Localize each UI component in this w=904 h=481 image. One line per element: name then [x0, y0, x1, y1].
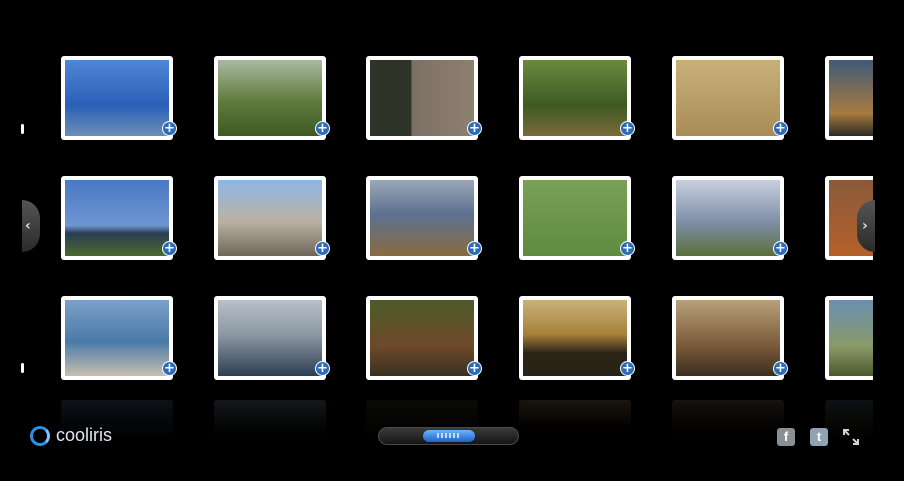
twitter-share-button[interactable]: t [810, 428, 828, 446]
add-icon[interactable]: + [162, 361, 177, 376]
cooliris-logo[interactable]: cooliris [30, 425, 112, 446]
add-icon[interactable]: + [620, 241, 635, 256]
photo-image [65, 180, 169, 256]
photo-image [829, 60, 873, 136]
photo-image [370, 60, 474, 136]
add-icon[interactable]: + [620, 121, 635, 136]
add-icon[interactable]: + [162, 121, 177, 136]
add-icon[interactable]: + [315, 241, 330, 256]
photo-thumbnail[interactable] [519, 296, 631, 380]
photo-image [65, 300, 169, 376]
add-icon[interactable]: + [773, 361, 788, 376]
photo-thumbnail[interactable] [519, 56, 631, 140]
add-icon[interactable]: + [467, 121, 482, 136]
photo-thumbnail[interactable] [825, 296, 873, 380]
cooliris-logo-icon [30, 425, 50, 446]
photo-reflection [214, 400, 326, 440]
row-marker [21, 124, 24, 134]
row-marker [21, 363, 24, 373]
photo-thumbnail[interactable] [672, 176, 784, 260]
photo-image [370, 300, 474, 376]
photo-thumbnail[interactable] [519, 176, 631, 260]
photo-thumbnail[interactable] [214, 296, 326, 380]
scrollbar-thumb[interactable] [423, 430, 475, 442]
photo-thumbnail[interactable] [61, 176, 173, 260]
photo-wall: ++++++++++++++++++ [0, 0, 873, 481]
photo-image [523, 60, 627, 136]
brand-name: cooliris [56, 425, 113, 445]
photo-image [523, 300, 627, 376]
twitter-icon: t [816, 429, 822, 444]
fullscreen-icon [843, 429, 859, 445]
photo-image [218, 180, 322, 256]
photo-image [523, 180, 627, 256]
cooliris-wall: ++++++++++++++++++ ‹ › cooliris f t [0, 0, 904, 481]
photo-thumbnail[interactable] [214, 176, 326, 260]
photo-thumbnail[interactable] [61, 296, 173, 380]
photo-image [829, 300, 873, 376]
facebook-share-button[interactable]: f [777, 428, 795, 446]
add-icon[interactable]: + [162, 241, 177, 256]
photo-thumbnail[interactable] [672, 296, 784, 380]
add-icon[interactable]: + [773, 121, 788, 136]
photo-thumbnail[interactable] [214, 56, 326, 140]
fullscreen-button[interactable] [842, 428, 860, 446]
photo-thumbnail[interactable] [825, 56, 873, 140]
chevron-left-icon: ‹ [25, 218, 31, 234]
photo-thumbnail[interactable] [61, 56, 173, 140]
photo-reflection [672, 400, 784, 440]
photo-reflection [519, 400, 631, 440]
add-icon[interactable]: + [773, 241, 788, 256]
photo-image [218, 60, 322, 136]
add-icon[interactable]: + [467, 361, 482, 376]
add-icon[interactable]: + [315, 121, 330, 136]
photo-image [676, 60, 780, 136]
photo-image [218, 300, 322, 376]
facebook-icon: f [783, 429, 789, 444]
photo-image [370, 180, 474, 256]
add-icon[interactable]: + [315, 361, 330, 376]
photo-image [65, 60, 169, 136]
grip-icon [437, 433, 461, 438]
chevron-right-icon: › [862, 218, 868, 234]
wall-scrollbar[interactable] [378, 427, 519, 445]
add-icon[interactable]: + [467, 241, 482, 256]
photo-thumbnail[interactable] [366, 56, 478, 140]
photo-thumbnail[interactable] [672, 56, 784, 140]
photo-image [676, 300, 780, 376]
add-icon[interactable]: + [620, 361, 635, 376]
next-page-button[interactable]: › [857, 200, 875, 252]
photo-image [676, 180, 780, 256]
photo-thumbnail[interactable] [366, 176, 478, 260]
photo-thumbnail[interactable] [366, 296, 478, 380]
